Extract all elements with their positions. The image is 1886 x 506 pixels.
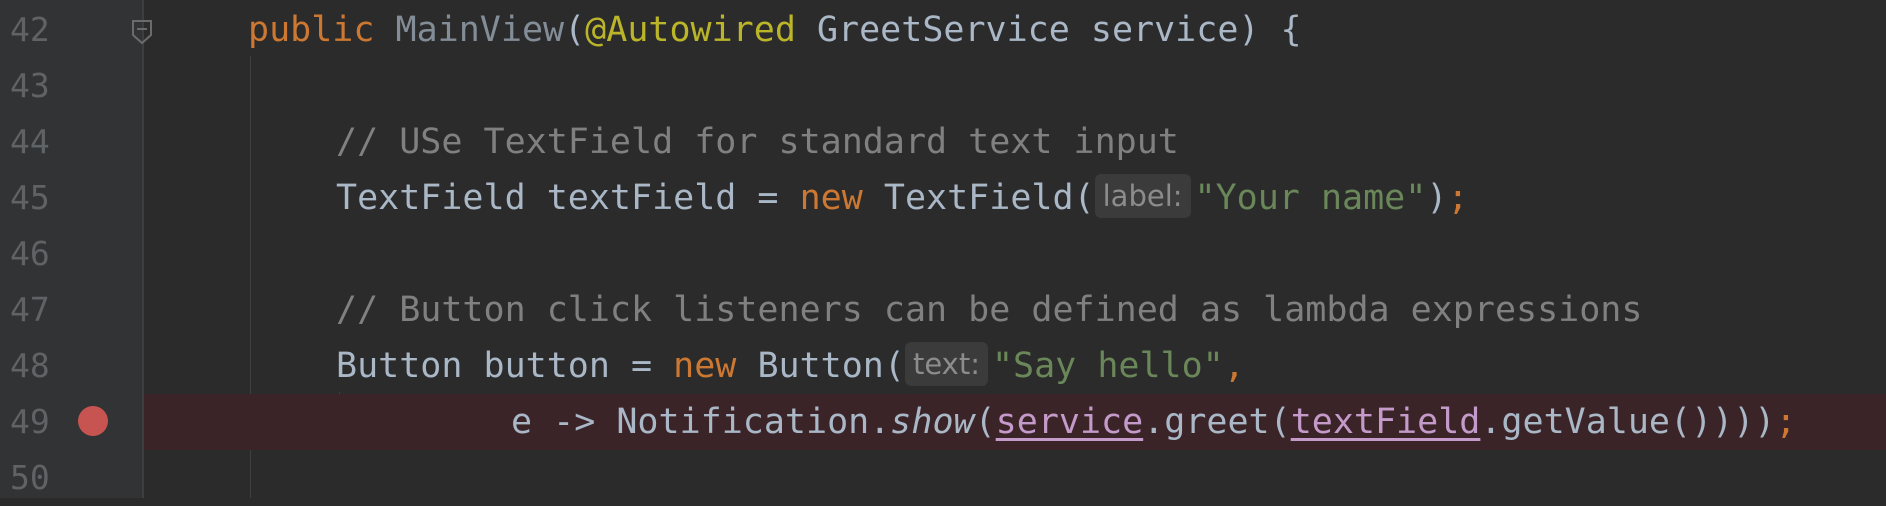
code-line[interactable]: 46 (0, 226, 1886, 282)
code-token: MainView (395, 10, 565, 50)
code-line[interactable]: 47 // Button click listeners can be defi… (0, 282, 1886, 338)
code-token: ) (1426, 178, 1448, 218)
code-token: , (1223, 346, 1245, 386)
line-number: 46 (10, 234, 50, 273)
code-text[interactable]: public MainView(@Autowired GreetService … (248, 2, 1302, 58)
code-token: // USe TextField for standard text input (336, 122, 1179, 162)
parameter-hint: label: (1094, 174, 1191, 218)
fold-collapse-icon[interactable] (131, 19, 153, 45)
parameter-hint: text: (904, 342, 988, 386)
line-number: 42 (10, 10, 50, 49)
code-token: public (248, 10, 375, 50)
line-number: 49 (10, 402, 50, 441)
code-token: show (890, 402, 975, 442)
code-token: // Button click listeners can be defined… (336, 290, 1643, 330)
code-line[interactable]: 43 (0, 58, 1886, 114)
code-text[interactable]: // USe TextField for standard text input (336, 114, 1179, 170)
code-token: ; (1447, 178, 1469, 218)
code-text[interactable]: // Button click listeners can be defined… (336, 282, 1642, 338)
code-token: Button( (736, 346, 905, 386)
code-token: TextField textField = (336, 178, 800, 218)
code-text[interactable]: TextField textField = new TextField(labe… (336, 170, 1468, 226)
code-line-breakpoint[interactable]: 49 e -> Notification.show(service.greet(… (0, 394, 1886, 450)
line-number: 47 (10, 290, 50, 329)
line-number: 44 (10, 122, 50, 161)
code-text[interactable]: Button button = new Button(text: "Say hel… (336, 338, 1245, 394)
code-text[interactable]: e -> Notification.show(service.greet(tex… (511, 394, 1796, 450)
code-line[interactable]: 44 // USe TextField for standard text in… (0, 114, 1886, 170)
code-token: .greet( (1143, 402, 1291, 442)
code-token: ) (1754, 402, 1776, 442)
code-line[interactable]: 45 TextField textField = new TextField(l… (0, 170, 1886, 226)
code-token: new (799, 178, 863, 218)
code-token: ; (1775, 402, 1797, 442)
code-token: service (995, 402, 1144, 442)
code-token: GreetService service) { (795, 10, 1302, 50)
code-token: textField (1290, 402, 1481, 442)
line-number: 48 (10, 346, 50, 385)
code-token: Button button = (336, 346, 674, 386)
code-token: ( (974, 402, 996, 442)
line-number: 43 (10, 66, 50, 105)
code-token: "Say hello" (991, 346, 1224, 386)
code-token: .getValue())) (1480, 402, 1755, 442)
code-line[interactable]: 42 public MainView(@Autowired GreetServi… (0, 2, 1886, 58)
code-editor[interactable]: 42 public MainView(@Autowired GreetServi… (0, 0, 1886, 498)
code-token: @Autowired (585, 10, 796, 50)
code-token: TextField( (862, 178, 1095, 218)
code-token: ( (564, 10, 586, 50)
line-number: 45 (10, 178, 50, 217)
code-line[interactable]: 48 Button button = new Button(text: "Say … (0, 338, 1886, 394)
breakpoint-icon[interactable] (78, 406, 108, 436)
code-token: "Your name" (1194, 178, 1427, 218)
code-token: e -> Notification. (511, 402, 891, 442)
code-token: new (673, 346, 737, 386)
